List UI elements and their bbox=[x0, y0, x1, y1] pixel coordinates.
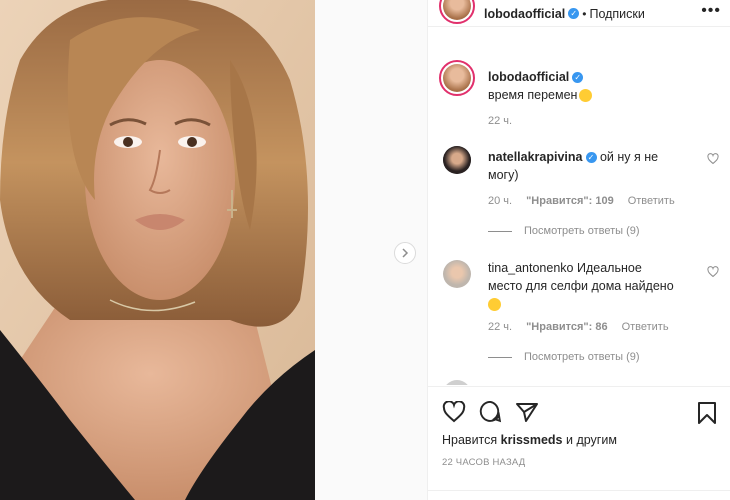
comment-icon[interactable] bbox=[479, 401, 503, 425]
share-icon[interactable] bbox=[515, 401, 539, 423]
post-actions: Нравится krissmeds и другим 22 ЧАСОВ НАЗ… bbox=[428, 386, 730, 500]
reply-button[interactable]: Ответить bbox=[628, 195, 675, 207]
commenter-avatar[interactable] bbox=[443, 380, 471, 385]
likes-prefix: Нравится bbox=[442, 433, 498, 447]
following-button[interactable]: Подписки bbox=[589, 7, 644, 21]
verified-icon: ✓ bbox=[568, 8, 580, 20]
commenter-avatar[interactable] bbox=[443, 146, 471, 174]
separator-dot: • bbox=[582, 7, 587, 21]
view-replies-button[interactable]: Посмотреть ответы (9) bbox=[488, 351, 708, 363]
liker-username[interactable]: krissmeds bbox=[501, 433, 563, 447]
heart-icon[interactable] bbox=[707, 153, 719, 165]
reply-button[interactable]: Ответить bbox=[622, 321, 669, 333]
comment-text-cont: могу) bbox=[488, 168, 519, 182]
commenter-avatar[interactable] bbox=[443, 260, 471, 288]
chevron-right-icon bbox=[402, 248, 409, 258]
likes-summary: Нравится krissmeds и другим bbox=[442, 431, 617, 449]
post-timestamp[interactable]: 22 ЧАСОВ НАЗАД bbox=[442, 457, 525, 468]
view-replies-label: Посмотреть ответы (9) bbox=[524, 225, 640, 237]
author-avatar[interactable] bbox=[439, 0, 475, 24]
view-replies-button[interactable]: Посмотреть ответы (9) bbox=[488, 225, 698, 237]
comment-text: ой ну я не bbox=[599, 150, 659, 164]
comment-time[interactable]: 22 ч. bbox=[488, 321, 512, 333]
post-header: lobodaofficial ✓ • Подписки ••• bbox=[428, 0, 730, 27]
caption-avatar[interactable] bbox=[439, 60, 475, 96]
verified-icon: ✓ bbox=[572, 72, 584, 84]
caption-text: время перемен bbox=[488, 88, 578, 102]
media-area bbox=[0, 0, 427, 500]
post-panel: lobodaofficial ✓ • Подписки ••• lobodaoffic… bbox=[427, 0, 730, 500]
view-replies-label: Посмотреть ответы (9) bbox=[524, 351, 640, 363]
caption-username[interactable]: lobodaofficial bbox=[488, 70, 569, 84]
likes-suffix[interactable]: и другим bbox=[566, 433, 617, 447]
comments-list: lobodaofficial ✓ время перемен 22 ч. nate… bbox=[428, 28, 730, 385]
caption-time[interactable]: 22 ч. bbox=[488, 115, 512, 127]
heart-icon[interactable] bbox=[442, 401, 466, 423]
comment-text-cont: место для селфи дома найдено bbox=[488, 279, 674, 293]
more-icon[interactable]: ••• bbox=[701, 2, 721, 20]
laughing-emoji-icon bbox=[488, 298, 501, 312]
replies-line bbox=[488, 230, 512, 232]
comment-likes[interactable]: "Нравится": 86 bbox=[526, 321, 607, 333]
next-photo-button[interactable] bbox=[394, 242, 416, 264]
comment-likes[interactable]: "Нравится": 109 bbox=[526, 195, 614, 207]
replies-line bbox=[488, 356, 512, 358]
comment-input-divider bbox=[428, 490, 730, 491]
bookmark-icon[interactable] bbox=[696, 401, 718, 425]
comment-text: Идеальное bbox=[576, 261, 642, 275]
post-photo[interactable] bbox=[0, 0, 315, 500]
comment-username[interactable]: tina_antonenko bbox=[488, 261, 574, 275]
comment-time[interactable]: 20 ч. bbox=[488, 195, 512, 207]
star-struck-emoji-icon bbox=[579, 89, 593, 103]
comment-username[interactable]: natellakrapivina bbox=[488, 150, 583, 164]
verified-icon: ✓ bbox=[585, 152, 597, 164]
heart-icon[interactable] bbox=[707, 266, 719, 278]
author-username[interactable]: lobodaofficial bbox=[484, 7, 565, 21]
